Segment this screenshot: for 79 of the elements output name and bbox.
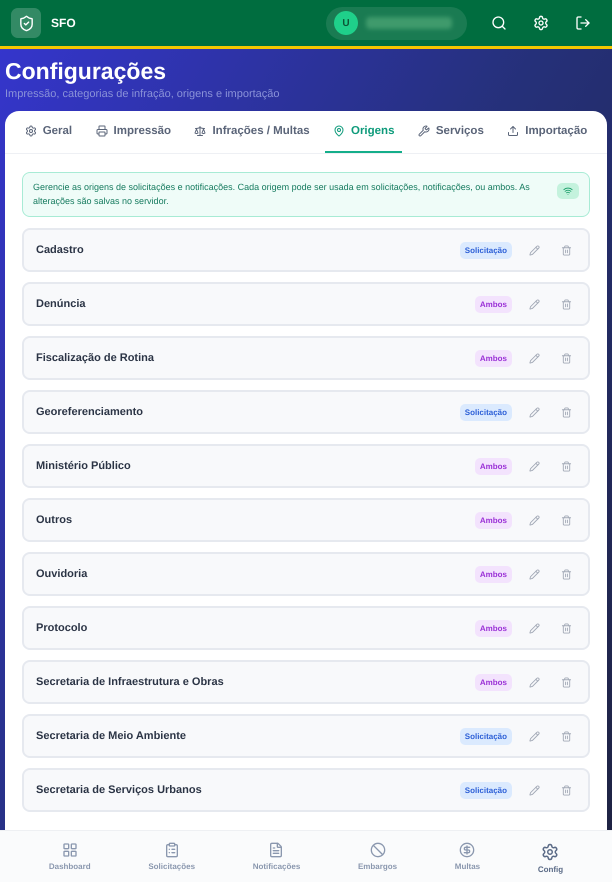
origin-name: Ouvidoria [36,568,88,580]
trash-icon [560,298,572,310]
pencil-icon [528,514,540,526]
pencil-icon [528,298,540,310]
nav-item[interactable]: Multas [454,842,480,871]
origin-name: Georeferenciamento [36,406,144,418]
pencil-icon [528,730,540,742]
pencil-icon [528,622,540,634]
tab[interactable]: Infrações / Multas [186,111,318,153]
origin-name: Fiscalização de Rotina [36,352,155,364]
nav-item[interactable]: Dashboard [48,842,91,871]
usage-tag: Ambos [474,620,512,636]
trash-icon [560,244,572,256]
trash-icon [560,568,572,580]
trash-icon [560,406,572,418]
nav-item[interactable]: Notificações [252,842,300,871]
pencil-icon [528,784,540,796]
pencil-icon [528,676,540,688]
app-name: SFO [51,16,77,30]
origin-name: Protocolo [36,622,88,634]
pencil-icon [528,460,540,472]
trash-icon [560,352,572,364]
page-title: Configurações [5,58,168,85]
trash-icon [560,460,572,472]
settings-icon [541,842,560,860]
pencil-icon [528,406,540,418]
prohibited-icon [370,842,386,858]
usage-tag: Ambos [474,296,512,312]
origin-name: Secretaria de Meio Ambiente [36,730,187,742]
trash-icon [560,622,572,634]
clipboard-icon [164,842,180,858]
tab[interactable]: Origens [325,111,402,153]
usage-tag: Solicitação [460,728,512,744]
settings-icon [533,15,549,31]
document-icon [268,842,284,858]
trash-icon [560,676,572,688]
user-menu[interactable]: U [326,6,467,40]
origin-name: Cadastro [36,244,85,256]
usage-tag: Ambos [474,512,512,528]
nav-item[interactable]: Config [538,842,564,874]
upload-icon [507,125,520,137]
origin-name: Outros [36,514,74,526]
pencil-icon [528,568,540,580]
usage-tag: Ambos [474,350,512,366]
tab[interactable]: Serviços [410,111,492,153]
usage-tag: Ambos [474,674,512,690]
nav-item[interactable]: Embargos [358,842,398,871]
search-icon [491,15,507,31]
page-subtitle: Impressão, categorias de infração, origens e importação [5,88,281,100]
logout-icon [575,15,591,31]
wrench-icon [418,125,430,137]
info-text: Gerencie as origens de solicitações e notificações. Cada origem pode ser usada em solicitações, notificações, ou ambos. As alterações são salvas no servidor. [33,181,531,208]
trash-icon [560,784,572,796]
grid-icon [62,842,78,858]
avatar: U [334,11,358,35]
origin-name: Secretaria de Infraestrutura e Obras [36,676,225,688]
usage-tag: Ambos [474,566,512,582]
scale-icon [194,125,206,137]
printer-icon [96,125,108,137]
pencil-icon [528,244,540,256]
origin-name: Ministério Público [36,460,132,472]
settings-icon [24,125,37,137]
dollar-icon [459,842,476,858]
shield-check-icon [11,8,41,38]
tab[interactable]: Importação [499,111,596,153]
trash-icon [560,730,572,742]
tab[interactable]: Geral [16,111,80,153]
trash-icon [560,514,572,526]
usage-tag: Ambos [474,458,512,474]
origin-name: Denúncia [36,298,87,310]
pencil-icon [528,352,540,364]
map-pin-icon [333,125,346,137]
origin-name: Secretaria de Serviços Urbanos [36,784,203,796]
nav-item[interactable]: Solicitações [148,842,196,871]
wifi-icon [557,183,579,199]
usage-tag: Solicitação [460,404,512,420]
usage-tag: Solicitação [460,242,512,258]
usage-tag: Solicitação [460,782,512,798]
tab[interactable]: Impressão [88,111,180,153]
